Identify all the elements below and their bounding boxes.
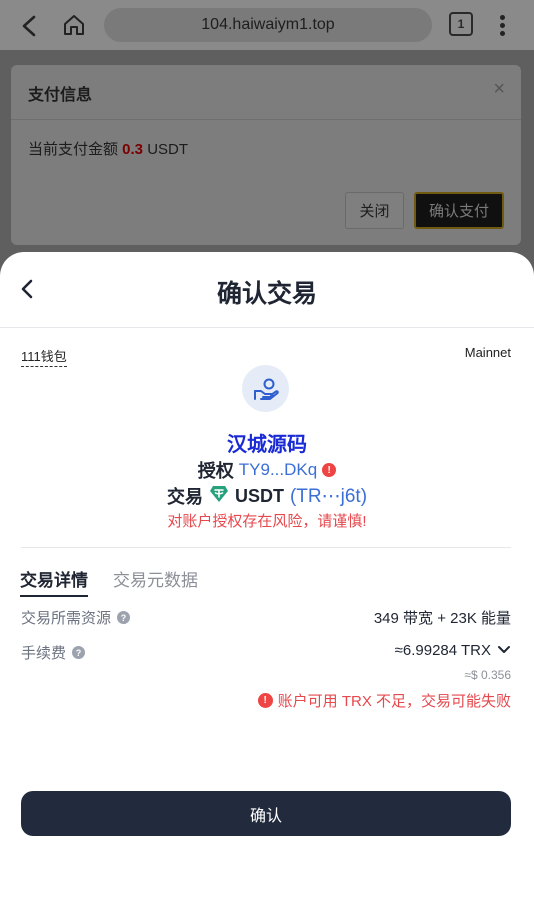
close-button[interactable]: 关闭 [345, 192, 404, 229]
risk-warning: 对账户授权存在风险，请谨慎! [167, 513, 367, 530]
resources-label: 交易所需资源 ? [21, 607, 131, 628]
back-icon[interactable] [14, 10, 46, 42]
fee-usd: ≈$ 0.356 [464, 668, 511, 682]
close-icon[interactable]: × [493, 78, 505, 101]
transaction-row: 交易 USDT (TR⋯j6t) [0, 483, 534, 509]
confirm-payment-button[interactable]: 确认支付 [414, 192, 504, 229]
resources-label-text: 交易所需资源 [21, 610, 112, 627]
resources-value: 349 带宽 + 23K 能量 [373, 610, 511, 627]
fee-value[interactable]: ≈6.99284 TRX [395, 642, 511, 659]
amount-prefix: 当前支付金额 [28, 141, 123, 158]
payment-amount: 当前支付金额 0.3 USDT [28, 138, 188, 159]
authorization-row: 授权 TY9...DKq ! [0, 457, 534, 483]
balance-warning-text: 账户可用 TRX 不足，交易可能失败 [277, 693, 511, 710]
payment-dialog-title: 支付信息 [28, 87, 93, 104]
chevron-down-icon[interactable] [497, 642, 511, 659]
amount-value: 0.3 [122, 141, 144, 158]
fee-label: 手续费 ? [21, 642, 86, 663]
divider [0, 327, 534, 328]
fee-amount: ≈6.99284 TRX [394, 642, 491, 659]
transaction-address[interactable]: (TR⋯j6t) [290, 485, 367, 508]
browser-toolbar: 104.haiwaiym1.top 1 [0, 0, 534, 50]
confirm-transaction-sheet: 确认交易 111钱包 Mainnet 汉城源码 授权 TY9...DKq ! 交… [0, 252, 534, 899]
payment-dialog-header: 支付信息 × [11, 65, 521, 120]
url-text: 104.haiwaiym1.top [201, 16, 335, 33]
confirm-button[interactable]: 确认 [21, 791, 511, 836]
fee-label-text: 手续费 [21, 645, 67, 662]
tab-details[interactable]: 交易详情 [20, 566, 88, 597]
divider [21, 547, 511, 548]
payment-dialog: 支付信息 × 当前支付金额 0.3 USDT 关闭 确认支付 [11, 65, 521, 245]
authorization-address[interactable]: TY9...DKq [239, 460, 317, 480]
hand-coins-icon [242, 365, 289, 412]
wallet-name[interactable]: 111钱包 [21, 346, 67, 367]
transaction-label: 交易 [166, 487, 203, 507]
tab-metadata[interactable]: 交易元数据 [113, 566, 198, 591]
more-vertical-icon[interactable] [490, 10, 514, 40]
warning-icon: ! [257, 693, 273, 708]
network-label: Mainnet [464, 345, 511, 360]
balance-warning: ! 账户可用 TRX 不足，交易可能失败 [257, 690, 511, 711]
home-icon[interactable] [58, 9, 90, 41]
sheet-title: 确认交易 [216, 280, 317, 308]
authorization-label: 授权 [197, 461, 234, 481]
amount-unit: USDT [143, 141, 189, 158]
help-icon[interactable]: ? [72, 646, 86, 659]
url-bar[interactable]: 104.haiwaiym1.top [104, 8, 432, 42]
help-icon[interactable]: ? [117, 611, 131, 624]
warning-icon: ! [322, 463, 337, 477]
tether-icon [209, 485, 229, 508]
tab-count: 1 [457, 17, 465, 31]
token-symbol: USDT [234, 485, 284, 506]
tab-count-button[interactable]: 1 [449, 12, 473, 36]
watermark-text: 汉城源码 [227, 434, 307, 456]
